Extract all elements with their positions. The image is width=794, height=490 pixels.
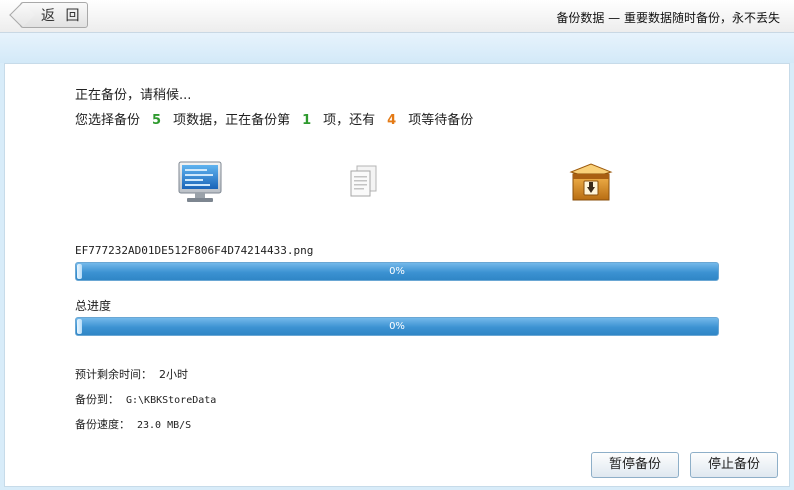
header-band (0, 33, 794, 63)
remaining-time-row: 预计剩余时间： 2小时 (75, 366, 188, 382)
backup-target-value: G:\KBKStoreData (126, 395, 217, 406)
backup-panel: 正在备份，请稍候... 您选择备份 5 项数据，正在备份第 1 项，还有 4 项等待备份 (4, 63, 790, 487)
waiting-count: 4 (387, 113, 397, 128)
backup-speed-value: 23.0 MB/S (137, 420, 192, 431)
back-button[interactable]: 返 回 (20, 2, 88, 28)
page-title: 备份数据 — 重要数据随时备份，永不丢失 (556, 11, 780, 25)
count-mid2: 项，还有 (323, 113, 376, 128)
total-count: 5 (152, 113, 162, 128)
pause-backup-button[interactable]: 暂停备份 (591, 452, 679, 478)
archive-box-icon (567, 160, 615, 207)
overall-progress-percent: 0% (389, 321, 405, 332)
backup-count-line: 您选择备份 5 项数据，正在备份第 1 项，还有 4 项等待备份 (75, 109, 473, 128)
backup-target-label: 备份到： (75, 393, 119, 406)
current-file-name: EF777232AD01DE512F806F4D74214433.png (75, 244, 314, 257)
backup-target-row: 备份到： G:\KBKStoreData (75, 391, 216, 407)
status-message: 正在备份，请稍候... (75, 88, 192, 103)
top-toolbar: 返 回 备份数据 — 重要数据随时备份，永不丢失 (0, 0, 794, 33)
overall-progress-bar: 0% (75, 317, 719, 336)
file-progress-label: 0% (389, 266, 405, 277)
count-suffix: 项等待备份 (408, 113, 474, 128)
overall-progress-label: 总进度 (75, 299, 112, 313)
remaining-time-value: 2小时 (159, 368, 188, 381)
backup-speed-label: 备份速度： (75, 418, 130, 431)
backup-speed-row: 备份速度： 23.0 MB/S (75, 416, 191, 432)
computer-monitor-icon (177, 160, 223, 207)
stop-backup-button[interactable]: 停止备份 (690, 452, 778, 478)
document-copy-icon (349, 164, 379, 201)
current-index: 1 (302, 113, 312, 128)
remaining-time-label: 预计剩余时间： (75, 368, 152, 381)
count-mid1: 项数据，正在备份第 (173, 113, 291, 128)
count-prefix: 您选择备份 (75, 113, 141, 128)
file-progress-bar: 0% (75, 262, 719, 281)
